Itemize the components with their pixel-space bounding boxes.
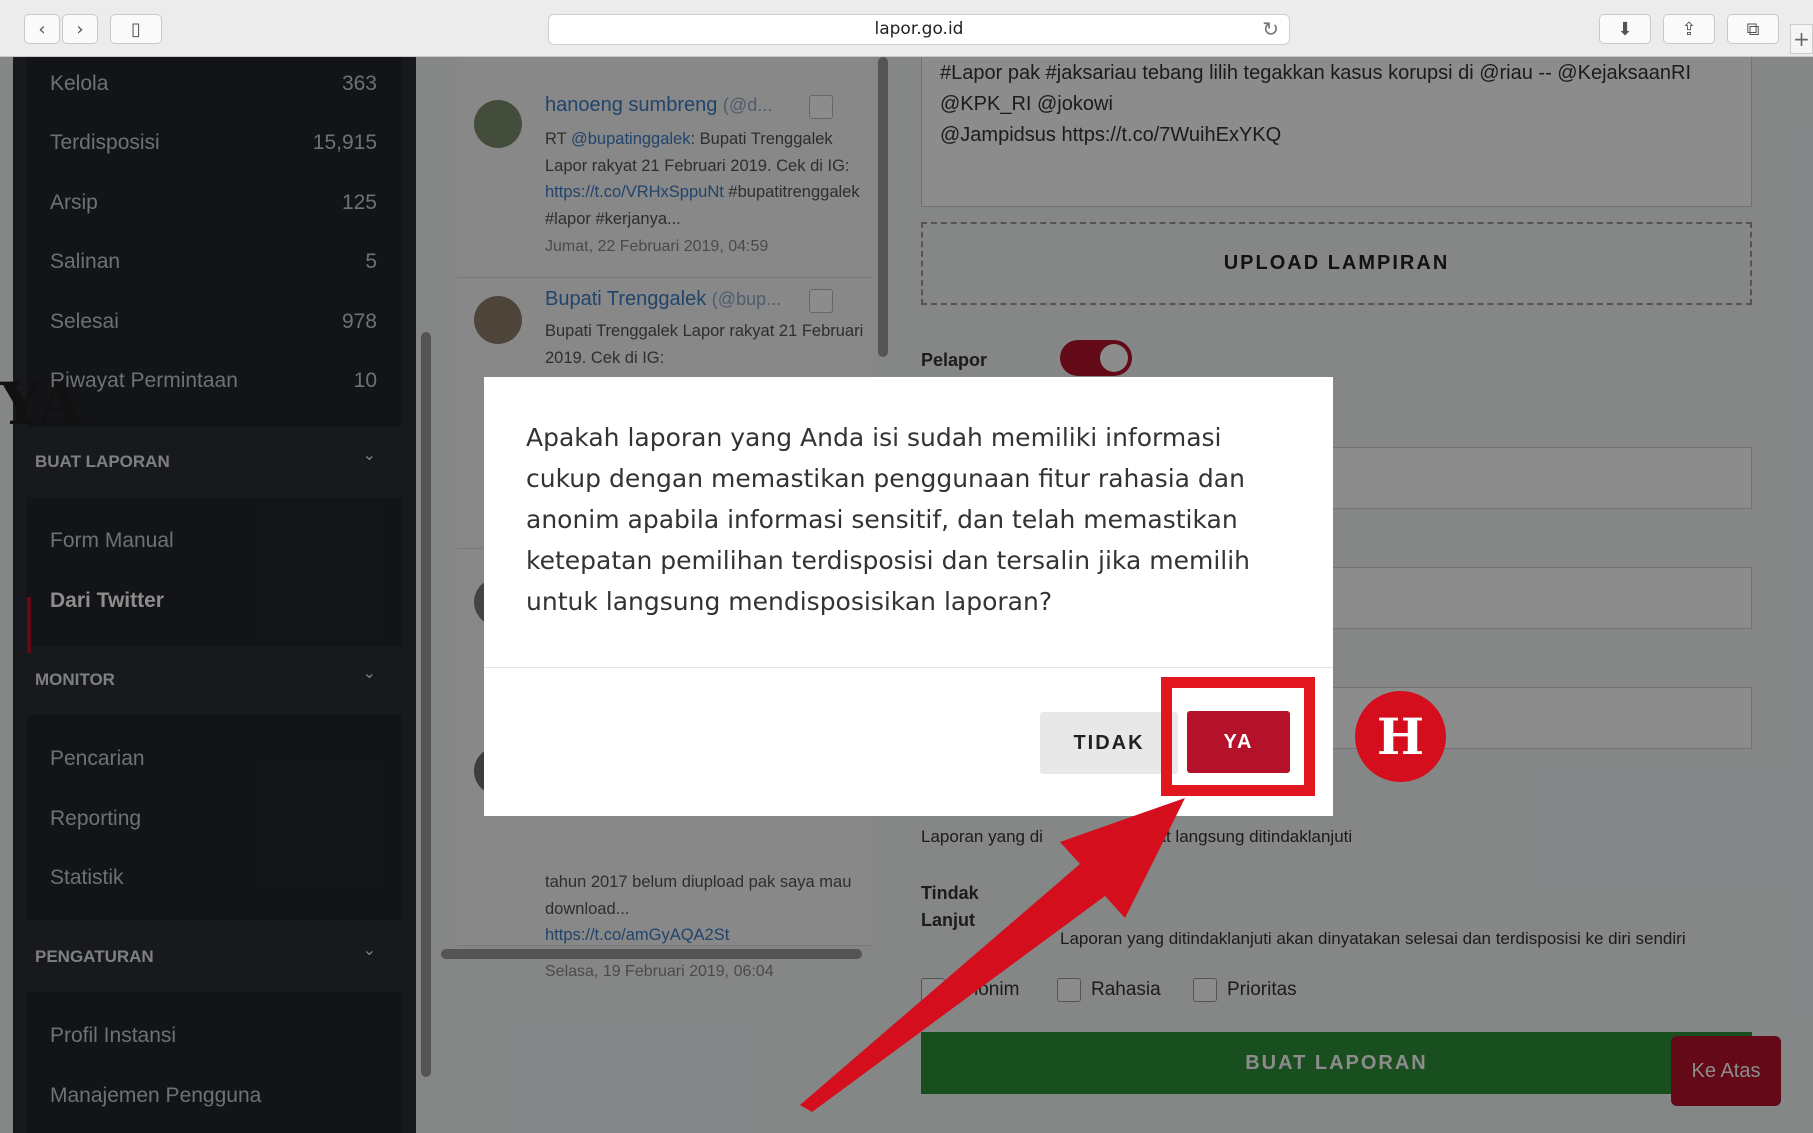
share-button[interactable]: ⇪ xyxy=(1663,14,1715,44)
sidebar-toggle-button[interactable]: ▯ xyxy=(110,14,162,44)
annotation-cut-text: YA xyxy=(0,370,83,438)
download-icon: ⬇ xyxy=(1617,18,1633,40)
cancel-button[interactable]: TIDAK xyxy=(1040,712,1178,774)
dialog-message: Apakah laporan yang Anda isi sudah memil… xyxy=(526,423,1250,616)
share-icon: ⇪ xyxy=(1681,18,1697,40)
tab-overview-button[interactable]: ⧉ xyxy=(1727,14,1779,44)
chevron-left-icon: ‹ xyxy=(38,18,46,40)
sidebar-icon: ▯ xyxy=(131,18,141,40)
browser-toolbar: ‹ › ▯ lapor.go.id ↻ ⬇ ⇪ ⧉ + xyxy=(0,0,1813,57)
highlight-box xyxy=(1161,677,1315,796)
downloads-button[interactable]: ⬇ xyxy=(1599,14,1651,44)
back-button[interactable]: ‹ xyxy=(24,14,60,44)
divider xyxy=(484,667,1333,668)
plus-icon: + xyxy=(1793,27,1810,51)
chevron-right-icon: › xyxy=(76,18,84,40)
tabs-icon: ⧉ xyxy=(1746,18,1760,40)
forward-button[interactable]: › xyxy=(62,14,98,44)
step-badge: H xyxy=(1355,691,1446,782)
reload-icon[interactable]: ↻ xyxy=(1262,15,1279,44)
url-text: lapor.go.id xyxy=(874,19,964,39)
new-tab-button[interactable]: + xyxy=(1790,24,1813,54)
address-bar[interactable]: lapor.go.id ↻ xyxy=(548,14,1290,45)
